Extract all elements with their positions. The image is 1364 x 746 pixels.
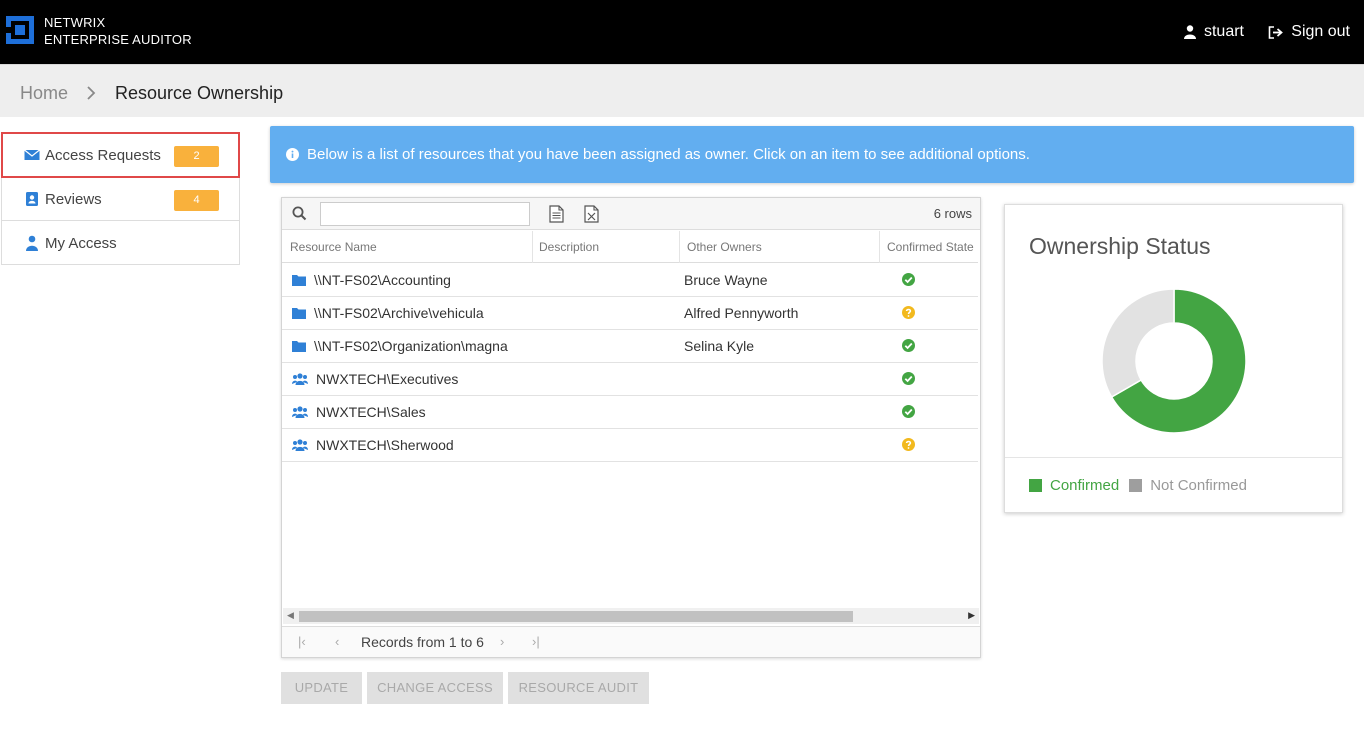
folder-icon [292, 275, 306, 286]
export-document-icon[interactable] [549, 205, 564, 223]
count-badge: 2 [174, 146, 219, 167]
table-row[interactable]: \\NT-FS02\Archive\vehicula Alfred Pennyw… [282, 297, 978, 330]
breadcrumb: Home Resource Ownership [0, 64, 1364, 117]
card-divider [1005, 457, 1342, 458]
last-page-icon[interactable]: ›| [532, 634, 540, 649]
previous-page-icon[interactable]: ‹ [335, 634, 339, 649]
sidebar-item-reviews[interactable]: Reviews 4 [2, 177, 239, 221]
pager: |‹ ‹ Records from 1 to 6 › ›| [282, 626, 980, 657]
column-divider [532, 231, 533, 263]
scroll-right-icon[interactable]: ▶ [968, 610, 975, 621]
envelope-icon [24, 149, 40, 160]
grid-toolbar: 6 rows [282, 198, 980, 230]
scrollbar-thumb[interactable] [299, 611, 853, 622]
table-row[interactable]: NWXTECH\Sherwood [282, 429, 978, 462]
check-circle-icon [902, 339, 915, 352]
card-title: Ownership Status [1029, 233, 1211, 259]
column-header-description[interactable]: Description [539, 240, 599, 254]
check-circle-icon [902, 372, 915, 385]
column-divider [879, 231, 880, 263]
sign-out-link[interactable]: Sign out [1268, 23, 1350, 41]
table-row[interactable]: NWXTECH\Sales [282, 396, 978, 429]
netwrix-logo-icon [6, 16, 34, 44]
resource-name: \\NT-FS02\Archive\vehicula [314, 305, 484, 321]
chart-legend: Confirmed Not Confirmed [1029, 477, 1257, 494]
sidebar: Access Requests 2 Reviews 4 My Access [1, 132, 240, 265]
brand-name: NETWRIX ENTERPRISE AUDITOR [44, 14, 192, 48]
donut-slice-not-confirmed[interactable] [1101, 288, 1175, 399]
resource-name: NWXTECH\Executives [316, 371, 459, 387]
resource-name: NWXTECH\Sales [316, 404, 426, 420]
legend-swatch [1129, 479, 1143, 492]
legend-swatch [1029, 479, 1042, 492]
user-menu[interactable]: stuart [1183, 23, 1244, 41]
reviews-icon [26, 192, 38, 206]
sidebar-item-my-access[interactable]: My Access [2, 221, 239, 265]
resource-audit-button[interactable]: RESOURCE AUDIT [508, 672, 649, 704]
other-owner: Selina Kyle [684, 338, 755, 354]
next-page-icon[interactable]: › [500, 634, 504, 649]
table-row[interactable]: \\NT-FS02\Accounting Bruce Wayne [282, 264, 978, 297]
column-header-resource-name[interactable]: Resource Name [290, 240, 377, 254]
export-excel-icon[interactable] [584, 205, 599, 223]
check-circle-icon [902, 273, 915, 286]
column-header-other-owners[interactable]: Other Owners [687, 240, 762, 254]
top-bar: NETWRIX ENTERPRISE AUDITOR stuart Sign o… [0, 0, 1364, 64]
group-icon [292, 406, 308, 418]
user-icon [26, 235, 38, 251]
sidebar-item-label: Access Requests [45, 147, 161, 164]
update-button[interactable]: UPDATE [281, 672, 362, 704]
records-range: Records from 1 to 6 [361, 634, 484, 650]
resource-name: \\NT-FS02\Accounting [314, 272, 451, 288]
brand-line-2: ENTERPRISE AUDITOR [44, 32, 192, 47]
table-row[interactable]: NWXTECH\Executives [282, 363, 978, 396]
info-icon [286, 148, 299, 161]
question-circle-icon [902, 306, 915, 319]
group-icon [292, 439, 308, 451]
folder-icon [292, 341, 306, 352]
info-banner: Below is a list of resources that you ha… [270, 126, 1354, 183]
sidebar-item-label: Reviews [45, 191, 102, 208]
other-owner: Alfred Pennyworth [684, 305, 799, 321]
sidebar-item-access-requests[interactable]: Access Requests 2 [1, 132, 240, 178]
user-name: stuart [1203, 23, 1244, 40]
first-page-icon[interactable]: |‹ [298, 634, 306, 649]
legend-label: Not Confirmed [1150, 477, 1247, 494]
sign-out-icon [1268, 25, 1284, 39]
resources-grid: 6 rows Resource Name Description Other O… [281, 197, 981, 658]
column-header-confirmed-state[interactable]: Confirmed State [887, 240, 974, 254]
brand-line-1: NETWRIX [44, 15, 106, 30]
other-owner: Bruce Wayne [684, 272, 768, 288]
info-banner-text: Below is a list of resources that you ha… [307, 146, 1030, 163]
question-circle-icon [902, 438, 915, 451]
legend-item-confirmed[interactable]: Confirmed [1029, 477, 1119, 494]
ownership-status-card: Ownership Status Confirmed Not Confirmed [1004, 204, 1343, 513]
column-divider [679, 231, 680, 263]
search-input[interactable] [320, 202, 530, 226]
row-count: 6 rows [933, 206, 972, 221]
scroll-left-icon[interactable]: ◀ [287, 610, 294, 621]
count-badge: 4 [174, 190, 219, 211]
search-icon [292, 206, 307, 221]
resource-name: NWXTECH\Sherwood [316, 437, 454, 453]
legend-label: Confirmed [1050, 477, 1120, 494]
legend-item-not-confirmed[interactable]: Not Confirmed [1129, 477, 1247, 494]
change-access-button[interactable]: CHANGE ACCESS [367, 672, 503, 704]
user-icon [1183, 25, 1196, 39]
sidebar-item-label: My Access [45, 235, 117, 252]
folder-icon [292, 308, 306, 319]
breadcrumb-home[interactable]: Home [20, 83, 68, 104]
horizontal-scrollbar[interactable]: ◀ ▶ [283, 608, 979, 624]
ownership-donut-chart [1101, 288, 1247, 434]
breadcrumb-current: Resource Ownership [115, 83, 284, 103]
chevron-right-icon [87, 86, 96, 100]
table-row[interactable]: \\NT-FS02\Organization\magna Selina Kyle [282, 330, 978, 363]
resource-name: \\NT-FS02\Organization\magna [314, 338, 508, 354]
sign-out-label: Sign out [1291, 23, 1350, 40]
check-circle-icon [902, 405, 915, 418]
grid-header: Resource Name Description Other Owners C… [282, 231, 978, 263]
group-icon [292, 373, 308, 385]
